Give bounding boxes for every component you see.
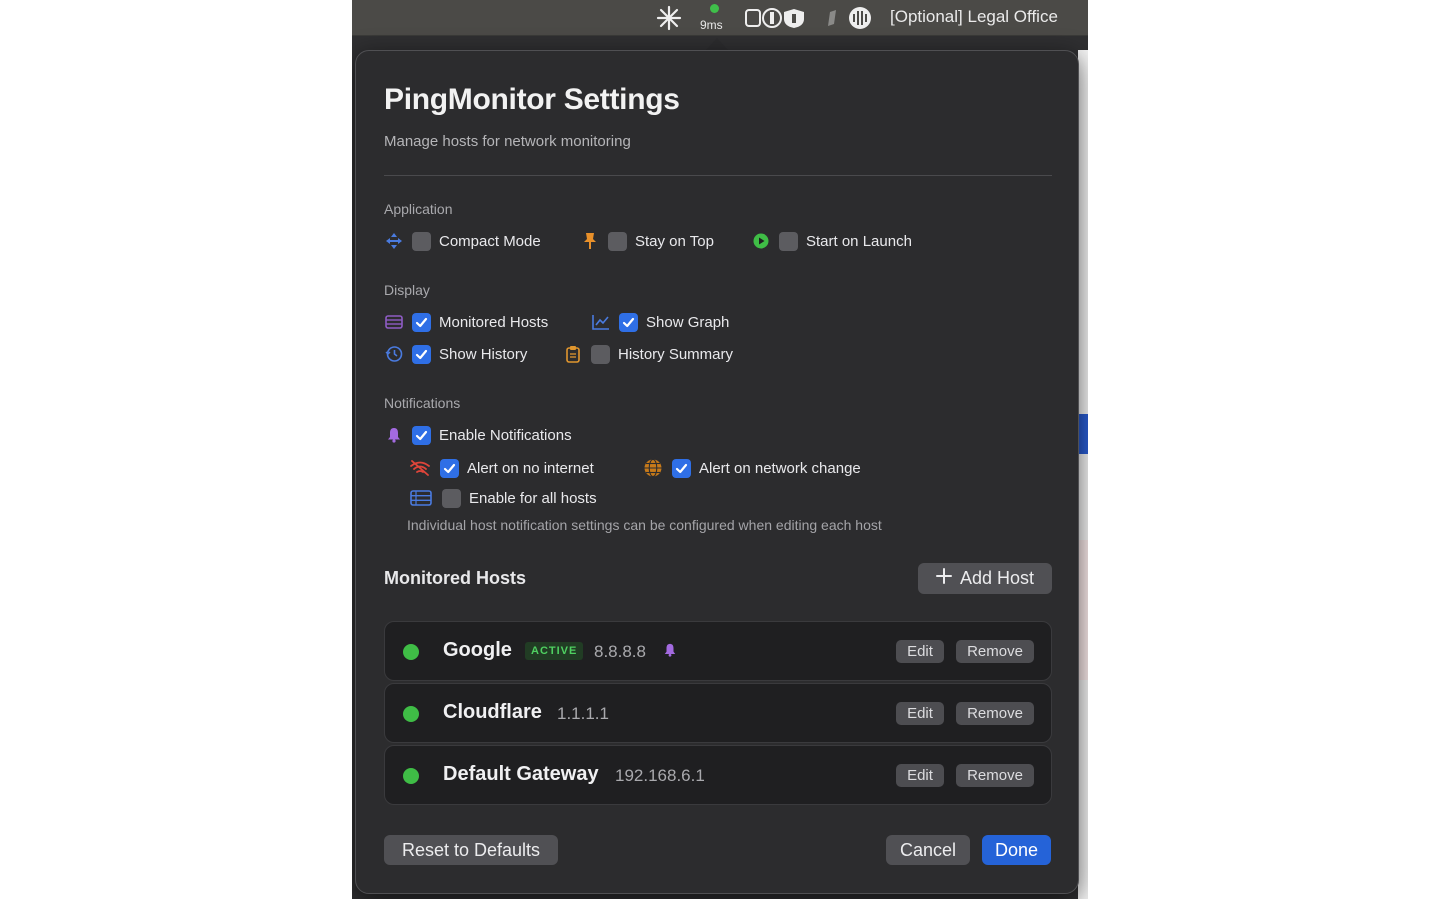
host-address: 8.8.8.8 xyxy=(594,642,646,661)
notification-hint: Individual host notification settings ca… xyxy=(407,517,882,533)
alert-no-internet-checkbox[interactable] xyxy=(440,458,459,478)
history-summary-checkbox[interactable] xyxy=(591,344,610,364)
remove-button[interactable]: Remove xyxy=(956,640,1034,663)
option-history-summary[interactable]: History Summary xyxy=(563,343,733,365)
stay-on-top-label: Stay on Top xyxy=(635,232,714,250)
option-monitored-hosts[interactable]: Monitored Hosts xyxy=(384,311,548,333)
enable-all-hosts-checkbox[interactable] xyxy=(442,488,461,508)
background-window-panel xyxy=(1079,540,1088,680)
done-button[interactable]: Done xyxy=(982,835,1051,865)
host-row-default-gateway[interactable]: Default Gateway 192.168.6.1 Edit Remove xyxy=(384,745,1052,805)
option-enable-notifications[interactable]: Enable Notifications xyxy=(384,424,572,446)
page-subtitle: Manage hosts for network monitoring xyxy=(384,133,631,150)
host-name: Default Gateway xyxy=(443,763,599,785)
option-show-history[interactable]: Show History xyxy=(384,343,527,365)
remove-button[interactable]: Remove xyxy=(956,764,1034,787)
alert-no-internet-label: Alert on no internet xyxy=(467,459,594,477)
stay-on-top-checkbox[interactable] xyxy=(608,231,627,251)
show-history-label: Show History xyxy=(439,345,528,363)
divider xyxy=(384,175,1052,176)
add-host-label: Add Host xyxy=(959,568,1035,588)
edit-button[interactable]: Edit xyxy=(896,640,944,663)
add-host-button[interactable]: Add Host xyxy=(918,563,1052,594)
show-history-checkbox[interactable] xyxy=(412,344,431,364)
page-title: PingMonitor Settings xyxy=(384,83,680,116)
history-summary-label: History Summary xyxy=(618,345,734,363)
wifi-off-icon xyxy=(408,458,432,478)
remove-button[interactable]: Remove xyxy=(956,702,1034,725)
list-icon xyxy=(384,312,404,332)
host-name: Cloudflare xyxy=(443,701,542,723)
host-name: Google xyxy=(443,639,512,661)
menu-bar: 9ms [Optional] Legal Office xyxy=(352,0,1088,36)
alert-network-change-label: Alert on network change xyxy=(699,459,861,477)
monitored-hosts-label: Monitored Hosts xyxy=(439,313,549,331)
status-dot-icon xyxy=(403,706,419,722)
option-compact-mode[interactable]: Compact Mode xyxy=(384,230,541,252)
pin-icon xyxy=(580,231,600,251)
monitored-hosts-checkbox[interactable] xyxy=(412,312,431,332)
reset-to-defaults-button[interactable]: Reset to Defaults xyxy=(384,835,558,865)
ping-readout[interactable]: 9ms xyxy=(700,14,723,36)
background-window-accent xyxy=(1079,414,1088,454)
host-address: 1.1.1.1 xyxy=(557,704,609,723)
compact-mode-label: Compact Mode xyxy=(439,232,541,250)
status-dot-icon xyxy=(403,644,419,660)
globe-icon xyxy=(642,458,664,478)
option-stay-on-top[interactable]: Stay on Top xyxy=(580,230,714,252)
compact-icon xyxy=(384,231,404,251)
enable-notifications-checkbox[interactable] xyxy=(412,425,431,445)
graph-icon xyxy=(591,312,611,332)
bell-icon xyxy=(384,425,404,445)
edit-button[interactable]: Edit xyxy=(896,702,944,725)
menubar-title[interactable]: [Optional] Legal Office xyxy=(890,6,1058,28)
start-on-launch-label: Start on Launch xyxy=(806,232,912,250)
tray-icons[interactable] xyxy=(744,6,874,35)
option-alert-network-change[interactable]: Alert on network change xyxy=(642,457,861,479)
section-display: Display xyxy=(384,282,430,298)
clipboard-icon xyxy=(563,344,583,364)
bell-icon xyxy=(663,642,677,663)
host-row-cloudflare[interactable]: Cloudflare 1.1.1.1 Edit Remove xyxy=(384,683,1052,743)
host-row-google[interactable]: Google ACTIVE 8.8.8.8 Edit Remove xyxy=(384,621,1052,681)
play-icon xyxy=(751,231,771,251)
alert-network-change-checkbox[interactable] xyxy=(672,458,691,478)
compact-mode-checkbox[interactable] xyxy=(412,231,431,251)
section-notifications: Notifications xyxy=(384,395,461,411)
background-window xyxy=(1078,50,1088,899)
option-show-graph[interactable]: Show Graph xyxy=(591,311,729,333)
enable-notifications-label: Enable Notifications xyxy=(439,426,572,444)
start-on-launch-checkbox[interactable] xyxy=(779,231,798,251)
option-alert-no-internet[interactable]: Alert on no internet xyxy=(408,457,594,479)
edit-button[interactable]: Edit xyxy=(896,764,944,787)
status-badge: ACTIVE xyxy=(525,642,584,660)
status-dot-icon xyxy=(403,768,419,784)
sparkle-icon[interactable] xyxy=(656,5,682,36)
plus-icon xyxy=(935,568,952,589)
hosts-section-title: Monitored Hosts xyxy=(384,568,526,588)
settings-panel: PingMonitor Settings Manage hosts for ne… xyxy=(355,50,1079,894)
cancel-button[interactable]: Cancel xyxy=(886,835,970,865)
history-icon xyxy=(384,344,404,364)
section-application: Application xyxy=(384,201,453,217)
server-icon xyxy=(408,488,434,508)
host-address: 192.168.6.1 xyxy=(615,766,705,785)
option-enable-all-hosts[interactable]: Enable for all hosts xyxy=(408,487,597,509)
screenshot-frame: 9ms [Optional] Legal Office PingMonitor … xyxy=(352,0,1088,899)
enable-all-hosts-label: Enable for all hosts xyxy=(469,489,597,507)
status-dot-icon xyxy=(710,4,719,13)
option-start-on-launch[interactable]: Start on Launch xyxy=(751,230,912,252)
show-graph-checkbox[interactable] xyxy=(619,312,638,332)
show-graph-label: Show Graph xyxy=(646,313,730,331)
